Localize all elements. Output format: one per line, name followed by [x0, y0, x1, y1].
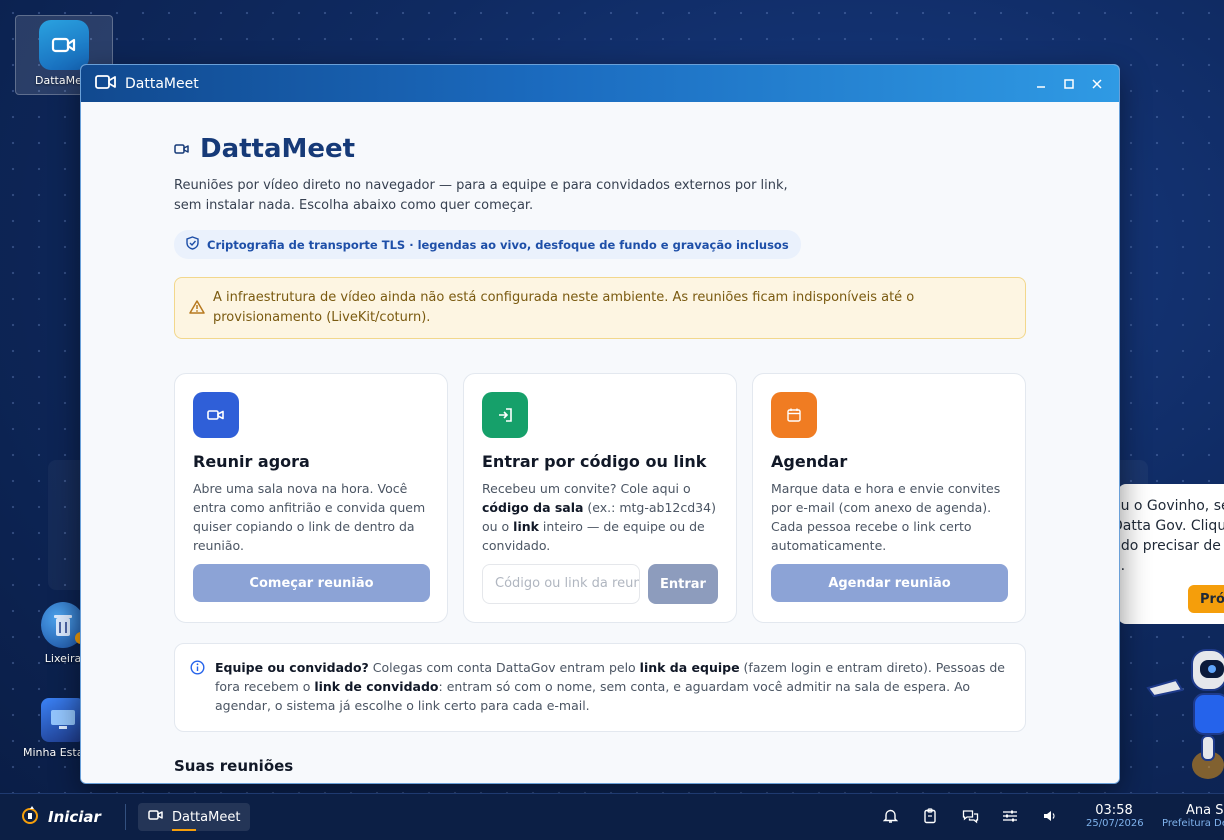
clock[interactable]: 03:58 25/07/2026 — [1086, 803, 1144, 829]
video-camera-icon — [148, 809, 164, 825]
window-titlebar[interactable]: DattaMeet — [81, 65, 1119, 102]
system-tray — [880, 806, 1060, 826]
section-title-your-meetings: Suas reuniões — [174, 757, 294, 775]
sign-in-icon — [482, 392, 528, 438]
start-logo-icon — [20, 805, 40, 829]
intro-text: Reuniões por vídeo direto no navegador —… — [174, 178, 788, 213]
meeting-code-input[interactable]: Código ou link da reunião — [482, 564, 640, 604]
card-title: Entrar por código ou link — [482, 452, 707, 471]
schedule-meeting-button[interactable]: Agendar reunião — [771, 564, 1008, 602]
warning-text: A infraestrutura de vídeo ainda não está… — [213, 290, 915, 325]
minimize-icon[interactable] — [1029, 72, 1053, 96]
popup-next-button[interactable]: Próx — [1188, 585, 1224, 613]
calendar-icon — [771, 392, 817, 438]
clock-time: 03:58 — [1095, 803, 1133, 818]
user-name: Ana Si — [1186, 803, 1224, 818]
card-join-meeting: Entrar por código ou link Recebeu um con… — [463, 373, 737, 623]
user-profile[interactable]: Ana Si Prefeitura De — [1162, 803, 1224, 829]
card-description: Marque data e hora e envie convites por … — [771, 481, 1001, 553]
start-button[interactable]: Iniciar — [20, 805, 101, 829]
join-button[interactable]: Entrar — [648, 564, 718, 604]
close-icon[interactable] — [1085, 72, 1109, 96]
computer-icon — [41, 698, 85, 742]
shield-icon — [186, 236, 199, 253]
window-content: DattaMeet Reuniões por vídeo direto no n… — [81, 102, 1119, 783]
taskbar-app-dattameet[interactable]: DattaMeet — [137, 803, 251, 831]
security-badge: Criptografia de transporte TLS · legenda… — [174, 230, 801, 259]
card-description: Recebeu um convite? Cole aqui o código d… — [482, 481, 716, 553]
recycle-bin-icon — [41, 602, 87, 648]
page-title: DattaMeet — [200, 134, 356, 164]
card-schedule: Agendar Marque data e hora e envie convi… — [752, 373, 1026, 623]
card-description: Abre uma sala nova na hora. Você entra c… — [193, 481, 426, 553]
card-title: Reunir agora — [193, 452, 310, 471]
video-camera-icon — [39, 20, 89, 70]
clock-date: 25/07/2026 — [1086, 818, 1144, 829]
taskbar: Iniciar DattaMeet 03:58 25/07/2026 Ana S… — [0, 793, 1224, 840]
warning-icon — [189, 300, 205, 321]
start-label: Iniciar — [48, 808, 101, 826]
link-types-info: Equipe ou convidado? Colegas com conta D… — [174, 643, 1026, 732]
window-title: DattaMeet — [125, 75, 199, 92]
popup-line: ndo precisar de — [1118, 538, 1221, 554]
video-camera-icon — [193, 392, 239, 438]
card-start-meeting: Reunir agora Abre uma sala nova na hora.… — [174, 373, 448, 623]
sliders-icon[interactable] — [1000, 806, 1020, 826]
video-camera-icon — [95, 74, 117, 94]
speaker-icon[interactable] — [1040, 806, 1060, 826]
active-indicator — [171, 829, 196, 831]
info-icon — [190, 660, 205, 680]
assistant-popup: ou o Govinho, seu Datta Gov. Cliqu ndo p… — [1118, 484, 1224, 624]
clipboard-icon[interactable] — [920, 806, 940, 826]
popup-line: a. — [1118, 558, 1126, 574]
start-meeting-button[interactable]: Começar reunião — [193, 564, 430, 602]
popup-line: ou o Govinho, seu — [1118, 498, 1224, 514]
card-title: Agendar — [771, 452, 848, 471]
taskbar-separator — [124, 804, 126, 830]
taskbar-app-label: DattaMeet — [171, 809, 241, 825]
user-organization: Prefeitura De — [1162, 818, 1224, 829]
popup-line: Datta Gov. Cliqu — [1118, 518, 1224, 534]
maximize-icon[interactable] — [1057, 72, 1081, 96]
robot-mascot-icon[interactable] — [1146, 640, 1224, 780]
video-camera-icon — [174, 140, 190, 159]
chat-icon[interactable] — [960, 806, 980, 826]
infrastructure-warning: A infraestrutura de vídeo ainda não está… — [174, 277, 1026, 339]
dattameet-window: DattaMeet DattaMeet Reuniões por vídeo d… — [80, 64, 1120, 784]
security-badge-text: Criptografia de transporte TLS · legenda… — [207, 237, 789, 252]
bell-icon[interactable] — [880, 806, 900, 826]
